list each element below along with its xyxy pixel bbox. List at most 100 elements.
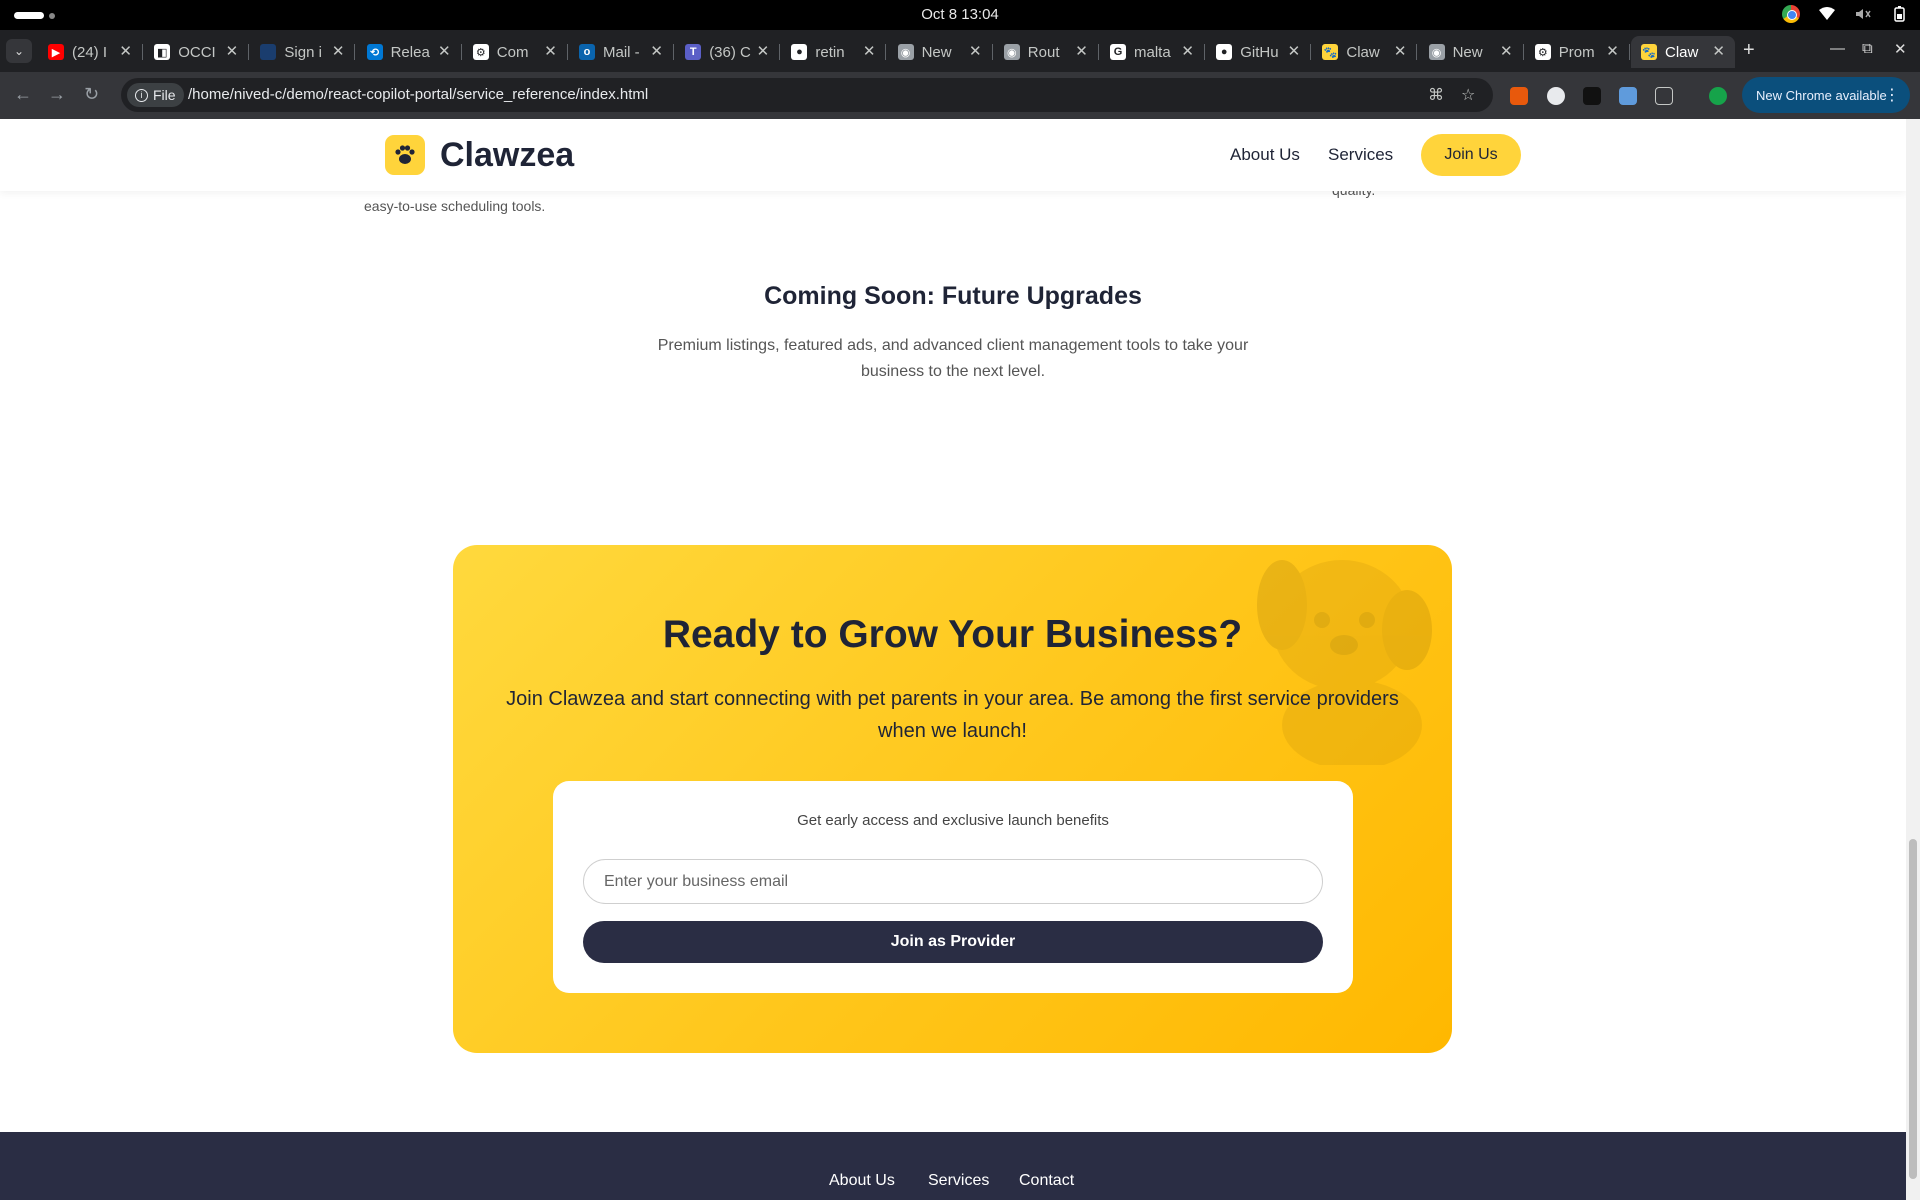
brand-name[interactable]: Clawzea (440, 136, 574, 175)
address-bar[interactable]: i File /home/nived-c/demo/react-copilot-… (121, 78, 1493, 112)
tab-close-icon[interactable]: ✕ (544, 42, 557, 60)
tab-close-icon[interactable]: ✕ (119, 42, 132, 60)
tab-close-icon[interactable]: ✕ (1712, 42, 1725, 60)
cta-subtitle: Join Clawzea and start connecting with p… (506, 688, 1399, 742)
extension-fox-icon[interactable] (1510, 87, 1528, 105)
restore-window-icon[interactable]: ⧉ (1862, 40, 1873, 57)
url-text[interactable]: /home/nived-c/demo/react-copilot-portal/… (188, 86, 648, 103)
join-us-button[interactable]: Join Us (1421, 134, 1521, 176)
browser-tab[interactable]: T (36) C ✕ (675, 36, 781, 68)
coming-soon-description: Premium listings, featured ads, and adva… (657, 337, 1249, 380)
system-tray[interactable] (1782, 5, 1908, 23)
footer-link-services[interactable]: Services (928, 1172, 989, 1190)
tab-separator (673, 44, 674, 60)
tab-separator (991, 44, 993, 60)
page-scrollbar[interactable] (1906, 119, 1920, 1200)
browser-tab[interactable]: 🐾 Claw ✕ (1631, 36, 1735, 68)
tab-title: Rout (1027, 43, 1060, 61)
tab-title: Claw (1346, 43, 1380, 61)
os-top-bar: Oct 8 13:04 (0, 0, 1920, 30)
browser-tab[interactable]: 🐾 Claw ✕ (1312, 36, 1418, 68)
tab-separator (142, 44, 143, 60)
tab-close-icon[interactable]: ✕ (863, 42, 876, 60)
cta-title: Ready to Grow Your Business? (662, 613, 1243, 656)
battery-icon[interactable] (1890, 5, 1908, 23)
browser-tab[interactable]: ⟲ Relea ✕ (357, 36, 462, 68)
browser-tab[interactable]: ◉ New ✕ (888, 36, 993, 68)
browser-tab[interactable]: ⚙ Com ✕ (463, 36, 568, 68)
tab-close-icon[interactable]: ✕ (1500, 42, 1513, 60)
browser-tab[interactable]: ◧ OCCI ✕ (144, 36, 250, 68)
close-window-icon[interactable]: ✕ (1894, 40, 1907, 58)
tab-title: (24) I (72, 43, 108, 61)
tab-close-icon[interactable]: ✕ (969, 42, 982, 60)
tab-close-icon[interactable]: ✕ (1288, 42, 1301, 60)
tab-title: GitHu (1240, 43, 1279, 61)
wifi-icon[interactable] (1818, 5, 1836, 23)
back-arrow-icon[interactable]: ← (14, 84, 32, 105)
tab-title: New (1452, 43, 1483, 61)
business-email-input[interactable] (583, 859, 1323, 904)
tab-close-icon[interactable]: ✕ (650, 42, 663, 60)
browser-tab[interactable]: ● GitHu ✕ (1206, 36, 1312, 68)
tab-close-icon[interactable]: ✕ (1394, 42, 1407, 60)
tab-favicon-icon: ◉ (1003, 44, 1020, 60)
browser-toolbar: ← → ↻ i File /home/nived-c/demo/react-co… (0, 72, 1920, 119)
reload-icon[interactable]: ↻ (84, 84, 99, 105)
tab-favicon-icon: ◧ (154, 44, 171, 60)
tab-close-icon[interactable]: ✕ (1606, 42, 1619, 60)
footer-link-about-us[interactable]: About Us (829, 1172, 895, 1190)
tab-separator (248, 44, 250, 60)
kebab-menu-icon[interactable]: ⋮ (1884, 85, 1900, 105)
paw-logo-icon[interactable] (385, 135, 425, 175)
tab-close-icon[interactable]: ✕ (1181, 42, 1194, 60)
tab-favicon-icon: T (685, 44, 702, 60)
tab-separator (1416, 44, 1418, 60)
tab-separator (460, 44, 462, 60)
tab-title: Prom (1558, 43, 1595, 61)
scrollbar-thumb[interactable] (1909, 839, 1917, 1179)
tab-close-icon[interactable]: ✕ (226, 42, 239, 60)
os-clock[interactable]: Oct 8 13:04 (0, 6, 1920, 23)
extension-camera-icon[interactable] (1619, 87, 1637, 105)
extension-plus-icon[interactable] (1547, 87, 1565, 105)
tab-separator (566, 44, 568, 60)
join-as-provider-button[interactable]: Join as Provider (583, 921, 1323, 963)
tab-close-icon[interactable]: ✕ (757, 42, 770, 60)
browser-tab[interactable]: o Mail - ✕ (569, 36, 674, 68)
tab-separator (1204, 44, 1205, 60)
bookmark-star-icon[interactable]: ☆ (1461, 85, 1475, 105)
new-tab-plus-icon[interactable]: + (1743, 39, 1755, 62)
tab-favicon-icon: ◉ (1428, 44, 1445, 60)
browser-tab[interactable]: ◉ Rout ✕ (994, 36, 1099, 68)
tab-title: malta (1134, 43, 1171, 61)
browser-tab[interactable]: ⚙ Prom ✕ (1525, 36, 1630, 68)
cta-banner: Ready to Grow Your Business? Join Clawze… (453, 545, 1452, 1053)
nav-about-us[interactable]: About Us (1230, 145, 1300, 165)
update-chrome-button[interactable]: New Chrome available ⋮ (1742, 77, 1910, 113)
profile-avatar-icon[interactable] (1709, 87, 1727, 105)
browser-tab[interactable]: Gmalta ✕ (1100, 36, 1205, 68)
tab-separator (1522, 44, 1524, 60)
tab-title: Com (496, 43, 529, 61)
tab-favicon-icon: 🐾 (1322, 44, 1339, 60)
site-info-chip[interactable]: i File (127, 83, 184, 107)
minimize-icon[interactable]: — (1830, 40, 1845, 57)
tab-close-icon[interactable]: ✕ (332, 42, 345, 60)
nav-services[interactable]: Services (1328, 145, 1393, 165)
tab-close-icon[interactable]: ✕ (438, 42, 451, 60)
translate-icon[interactable]: ⌘ (1428, 85, 1444, 105)
tab-close-icon[interactable]: ✕ (1075, 42, 1088, 60)
tab-favicon-icon: G (1110, 44, 1126, 60)
browser-tab[interactable]: ● retin ✕ (781, 36, 887, 68)
extensions-puzzle-icon[interactable] (1655, 87, 1673, 105)
volume-icon[interactable] (1854, 5, 1872, 23)
chrome-tray-icon[interactable] (1782, 5, 1800, 23)
footer-link-contact[interactable]: Contact (1019, 1172, 1074, 1190)
browser-tab[interactable]: ◉ New ✕ (1419, 36, 1524, 68)
tab-search-chevron-down-icon[interactable]: ⌄ (6, 39, 32, 63)
forward-arrow-icon[interactable]: → (48, 84, 66, 105)
browser-tab[interactable]: Sign i ✕ (250, 36, 356, 68)
browser-tab[interactable]: ▶ (24) I ✕ (38, 36, 143, 68)
extension-z-icon[interactable] (1583, 87, 1601, 105)
